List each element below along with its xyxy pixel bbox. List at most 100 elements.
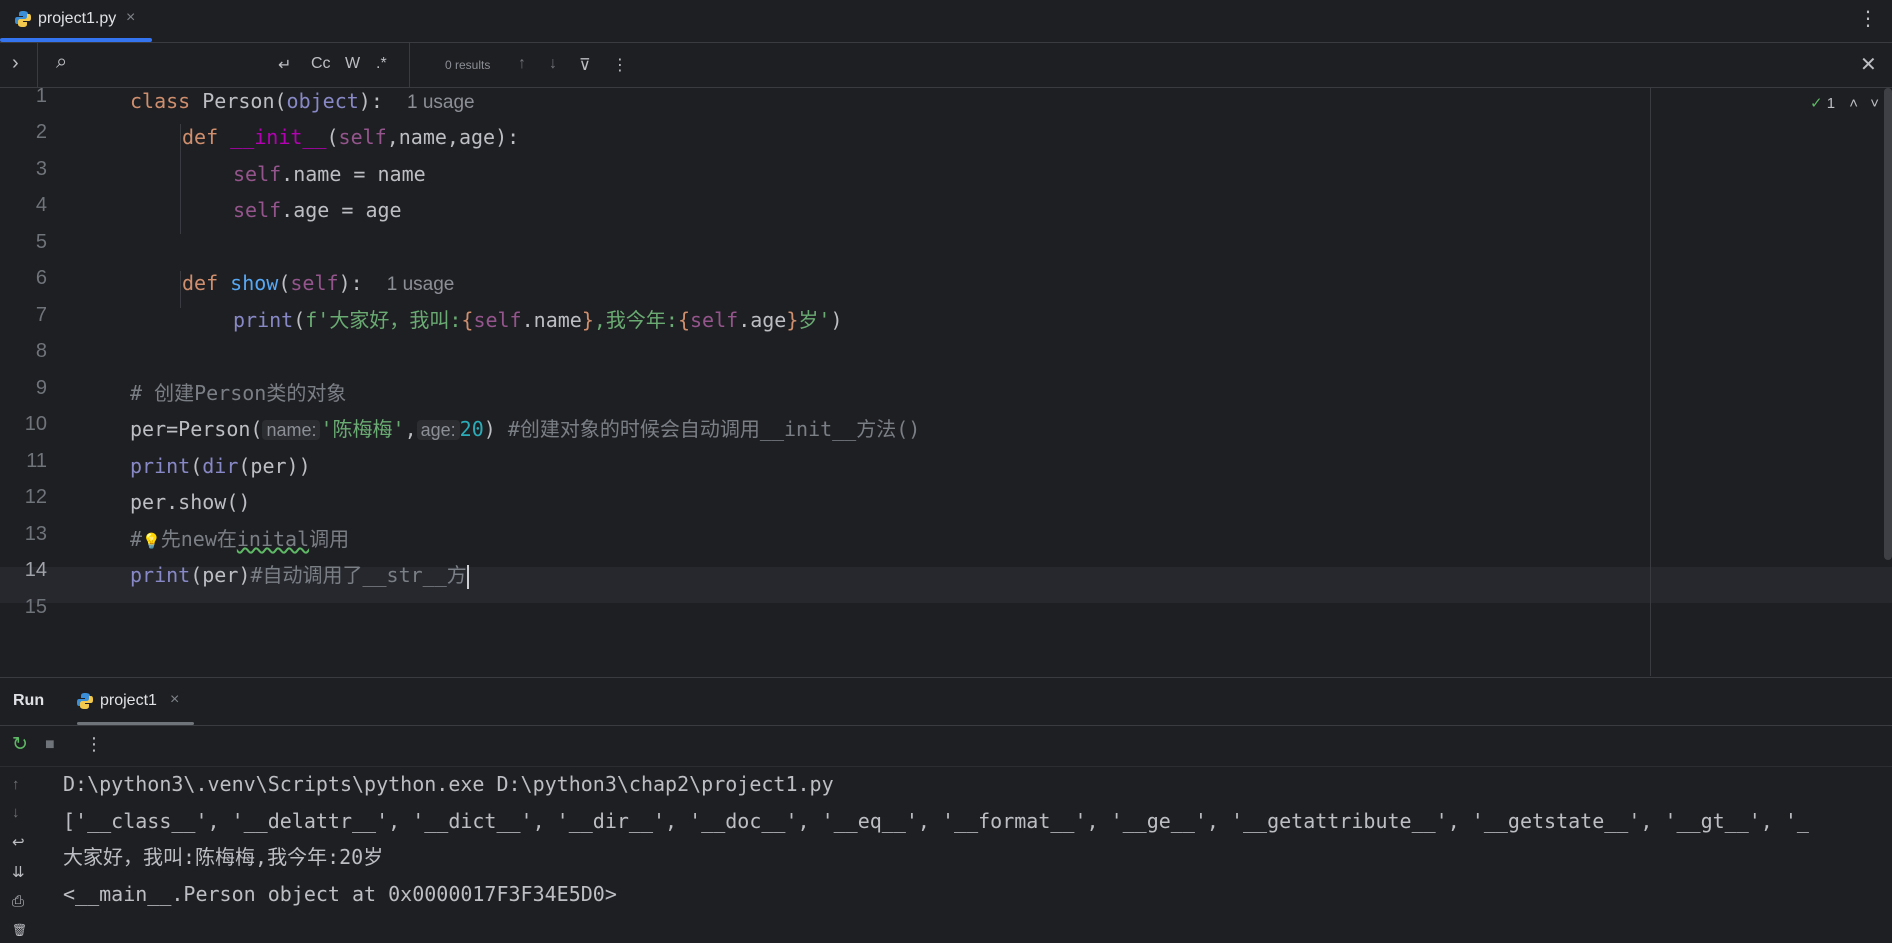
python-file-icon: [14, 10, 32, 33]
line-number-current: 14: [24, 559, 47, 581]
chevron-up-icon[interactable]: ˄: [1849, 95, 1858, 112]
usage-hint[interactable]: 1 usage: [387, 274, 455, 295]
tab-project1-py[interactable]: project1.py ×: [0, 0, 152, 42]
punctuation: (: [293, 308, 306, 332]
comment: #创建对象的时候会自动调用__init__方法(): [507, 417, 921, 441]
punctuation: ): [483, 417, 508, 441]
run-header: Run project1 ×: [0, 678, 1892, 726]
fstring-brace: }: [581, 308, 594, 332]
run-tool-window: Run project1 × ↻ ■ ⋮ ↑ ↓ ↩ ⇊ ⎙ 🗑 D:\pyth…: [0, 677, 1892, 943]
console-output[interactable]: D:\python3\.venv\Scripts\python.exe D:\p…: [0, 766, 1892, 943]
more-vertical-icon[interactable]: ⋮: [85, 734, 103, 755]
punctuation: (: [326, 125, 339, 149]
punctuation: ):: [338, 271, 363, 295]
run-tab-project1[interactable]: project1 ×: [62, 678, 194, 725]
chevron-down-icon[interactable]: ˅: [1870, 95, 1879, 112]
punctuation: ): [830, 308, 843, 332]
code-line-6: def show(self): 1 usage: [182, 265, 454, 301]
more-vertical-icon[interactable]: ⋮: [612, 55, 628, 75]
number: 20: [459, 417, 484, 441]
next-occurrence-icon[interactable]: ↓: [549, 55, 557, 73]
code-line-2: def __init__(self,name,age):: [182, 119, 519, 155]
line-number: 2: [35, 121, 47, 143]
punctuation: (: [278, 271, 291, 295]
line-number: 3: [35, 158, 47, 180]
string: 岁': [798, 308, 831, 332]
line-number-gutter: 1 2 3 4 5 6 7 8 9 10 11 12 13 14 15: [0, 85, 128, 676]
indent-guide: [180, 124, 181, 234]
run-toolbar: ↻ ■ ⋮: [0, 726, 1892, 767]
string: '陈梅梅': [320, 417, 405, 441]
keyword: class: [130, 89, 191, 113]
console-line: ['__class__', '__delattr__', '__dict__',…: [63, 809, 1809, 833]
function-name: __init__: [230, 125, 327, 149]
self-param: self: [233, 162, 282, 186]
statement: per=Person(: [130, 417, 263, 441]
builtin-print: print: [233, 308, 294, 332]
fstring-brace: {: [461, 308, 474, 332]
lightbulb-icon[interactable]: 💡: [142, 532, 161, 550]
function-name: show: [230, 271, 279, 295]
code-editor[interactable]: 1 2 3 4 5 6 7 8 9 10 11 12 13 14 15 clas…: [0, 85, 1892, 676]
builtin-dir: dir: [202, 454, 239, 478]
keyword: def: [182, 271, 219, 295]
previous-occurrence-icon[interactable]: ↑: [518, 55, 526, 73]
console-line: D:\python3\.venv\Scripts\python.exe D:\p…: [63, 772, 834, 796]
builtin-print: print: [130, 563, 191, 587]
comment: 先new在: [160, 527, 237, 551]
stop-icon[interactable]: ■: [45, 736, 55, 754]
console-line: 大家好，我叫:陈梅梅,我今年:20岁: [63, 845, 384, 869]
comment-hash: #: [130, 527, 143, 551]
search-icon[interactable]: ⌕: [56, 51, 67, 74]
line-number: 11: [26, 450, 47, 472]
code-line-10: per=Person(name: '陈梅梅', age: 20) #创建对象的时候会自…: [130, 411, 920, 447]
rerun-icon[interactable]: ↻: [12, 733, 28, 756]
string: f'大家好，我叫:: [305, 308, 462, 332]
line-number: 9: [35, 377, 47, 399]
punctuation: ,: [404, 417, 417, 441]
tab-label: project1.py: [38, 10, 117, 27]
param-hint-age: age:: [416, 420, 460, 440]
close-icon[interactable]: ×: [170, 691, 179, 709]
close-search-icon[interactable]: ✕: [1860, 52, 1877, 77]
match-case-toggle[interactable]: Cc: [311, 55, 331, 73]
code-text-area[interactable]: class Person(object): 1 usage def __init…: [130, 88, 1650, 676]
whole-words-toggle[interactable]: W: [345, 55, 360, 73]
close-icon[interactable]: ×: [126, 9, 135, 27]
code-line-3: self.name = name: [233, 156, 426, 192]
line-number: 6: [35, 267, 47, 289]
builtin-print: print: [130, 454, 191, 478]
param-hint-name: name:: [262, 420, 321, 440]
newline-toggle-icon[interactable]: ↵: [278, 55, 291, 75]
regex-toggle[interactable]: .*: [376, 55, 387, 73]
punctuation: ):: [358, 89, 383, 113]
console-line: <__main__.Person object at 0x0000017F3F3…: [63, 882, 617, 906]
attribute: .age: [738, 308, 787, 332]
inspection-widget[interactable]: ✓ 1 ˄ ˅: [1810, 94, 1879, 112]
comment: 调用: [309, 527, 350, 551]
code-line-12: per.show(): [130, 490, 251, 514]
keyword: def: [182, 125, 219, 149]
typo-word: inital: [236, 527, 310, 551]
code-line-13: #💡先new在inital调用: [130, 521, 349, 557]
vertical-scrollbar[interactable]: [1884, 88, 1892, 560]
right-margin-guide: [1650, 88, 1651, 676]
self-param: self: [290, 271, 339, 295]
fstring-brace: {: [677, 308, 691, 332]
inspection-count: 1: [1826, 95, 1836, 112]
builtin: object: [286, 89, 359, 113]
line-number: 12: [24, 486, 47, 508]
expand-chevron-icon[interactable]: ›: [12, 52, 19, 75]
params: ,name,age):: [386, 125, 520, 149]
filter-icon[interactable]: ⊽: [579, 55, 591, 75]
divider: [409, 43, 410, 87]
more-vertical-icon[interactable]: ⋮: [1858, 6, 1878, 31]
string: ,我今年:: [593, 308, 678, 332]
line-number: 8: [35, 340, 47, 362]
indent-guide: [180, 271, 181, 308]
find-bar: › ⌕ ↵ Cc W .* 0 results ↑ ↓ ⊽ ⋮ ✕: [0, 43, 1892, 88]
code-line-1: class Person(object): 1 usage: [130, 83, 475, 119]
usage-hint[interactable]: 1 usage: [407, 92, 475, 113]
line-number: 15: [24, 596, 47, 618]
